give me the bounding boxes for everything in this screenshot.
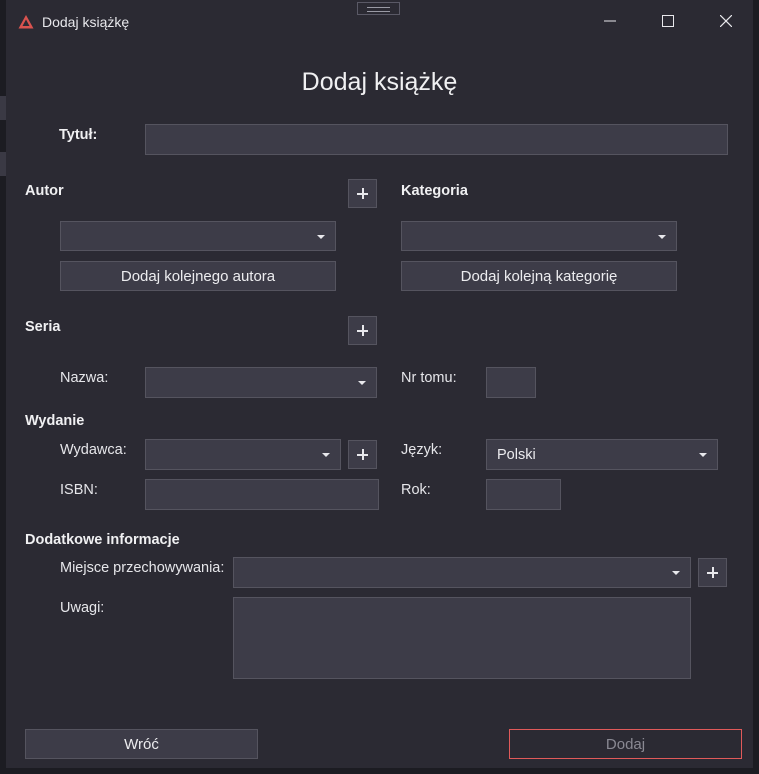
isbn-label: ISBN: xyxy=(60,482,98,498)
series-name-select[interactable] xyxy=(145,367,377,398)
title-input[interactable] xyxy=(145,124,728,155)
chevron-down-icon xyxy=(317,235,325,239)
publisher-label: Wydawca: xyxy=(60,442,127,458)
chevron-down-icon xyxy=(699,453,707,457)
storage-location-select[interactable] xyxy=(233,557,691,588)
category-select[interactable] xyxy=(401,221,677,251)
author-select[interactable] xyxy=(60,221,336,251)
edition-section-label: Wydanie xyxy=(25,413,85,429)
notes-textarea[interactable] xyxy=(233,597,691,679)
close-icon xyxy=(720,15,732,27)
year-input[interactable] xyxy=(486,479,561,510)
warning-triangle-icon xyxy=(18,14,34,30)
category-section-label: Kategoria xyxy=(401,183,468,199)
minimize-button[interactable] xyxy=(587,6,633,36)
language-value: Polski xyxy=(497,447,536,463)
title-label: Tytuł: xyxy=(59,127,98,143)
drag-handle[interactable] xyxy=(357,2,400,15)
notes-label: Uwagi: xyxy=(60,600,105,616)
language-label: Język: xyxy=(401,442,443,458)
window-title: Dodaj książkę xyxy=(42,14,130,30)
extra-info-section-label: Dodatkowe informacje xyxy=(25,532,180,548)
author-section-label: Autor xyxy=(25,183,64,199)
close-button[interactable] xyxy=(703,6,749,36)
add-another-category-button[interactable]: Dodaj kolejną kategorię xyxy=(401,261,677,291)
isbn-input[interactable] xyxy=(145,479,379,510)
chevron-down-icon xyxy=(672,571,680,575)
back-button[interactable]: Wróć xyxy=(25,729,258,759)
chevron-down-icon xyxy=(658,235,666,239)
add-publisher-button[interactable] xyxy=(348,440,377,469)
volume-number-input[interactable] xyxy=(486,367,536,398)
add-storage-location-button[interactable] xyxy=(698,558,727,587)
language-select[interactable]: Polski xyxy=(486,439,718,470)
publisher-select[interactable] xyxy=(145,439,341,470)
form-heading: Dodaj książkę xyxy=(301,68,458,96)
year-label: Rok: xyxy=(401,482,431,498)
add-series-button[interactable] xyxy=(348,316,377,345)
add-another-author-button[interactable]: Dodaj kolejnego autora xyxy=(60,261,336,291)
add-button[interactable]: Dodaj xyxy=(509,729,742,759)
maximize-icon xyxy=(662,15,674,27)
chevron-down-icon xyxy=(322,453,330,457)
series-name-label: Nazwa: xyxy=(60,370,109,386)
storage-location-label: Miejsce przechowywania: xyxy=(60,560,225,576)
series-section-label: Seria xyxy=(25,319,61,335)
add-author-button[interactable] xyxy=(348,179,377,208)
volume-number-label: Nr tomu: xyxy=(401,370,457,386)
maximize-button[interactable] xyxy=(645,6,691,36)
minimize-icon xyxy=(604,20,616,22)
chevron-down-icon xyxy=(358,381,366,385)
